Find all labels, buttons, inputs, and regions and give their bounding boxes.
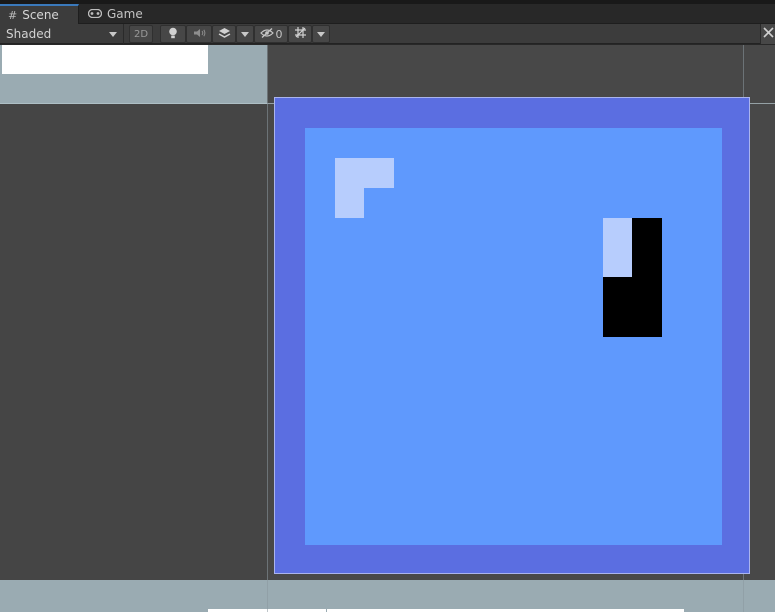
viewport-left-region — [0, 104, 267, 580]
toggle-2d-button[interactable]: 2D — [129, 25, 153, 43]
dark-block — [603, 277, 662, 337]
light-block — [603, 218, 632, 277]
grid-snap-button[interactable] — [288, 25, 312, 43]
tab-scene[interactable]: # Scene — [0, 4, 79, 24]
lighting-toggle-button[interactable] — [160, 25, 186, 43]
gamepad-icon — [87, 7, 103, 21]
grid-icon: # — [8, 8, 18, 22]
tools-button[interactable] — [760, 24, 775, 44]
lighting-icon — [168, 27, 178, 42]
game-board-field — [305, 128, 722, 545]
light-block — [335, 158, 394, 188]
chevron-down-icon — [317, 31, 325, 37]
audio-icon — [193, 28, 206, 41]
hidden-count: 0 — [275, 27, 283, 41]
camera-bounds-bottom — [0, 580, 775, 612]
chevron-down-icon — [241, 31, 249, 37]
light-block — [335, 188, 364, 218]
unity-editor: # Scene Game Shaded 2D 0 — [0, 0, 775, 612]
dark-block — [632, 218, 662, 277]
effects-toggle-button[interactable] — [212, 25, 236, 43]
tools-icon — [762, 27, 774, 41]
effects-menu-button[interactable] — [236, 25, 254, 43]
effects-icon — [218, 27, 231, 42]
viewport-guide-line — [267, 45, 268, 612]
audio-toggle-button[interactable] — [186, 25, 212, 43]
grid-snap-icon — [294, 26, 307, 42]
scene-viewport[interactable] — [0, 45, 775, 612]
chevron-down-icon — [109, 32, 117, 37]
scene-visibility-button[interactable]: 0 — [254, 25, 288, 43]
shading-mode-dropdown[interactable]: Shaded — [0, 24, 124, 44]
visibility-group: 0 — [259, 27, 283, 41]
game-board[interactable] — [274, 97, 750, 574]
white-sprite — [2, 45, 208, 74]
grid-menu-button[interactable] — [312, 25, 330, 43]
tab-scene-label: Scene — [22, 8, 59, 22]
tab-game-label: Game — [107, 7, 143, 21]
scene-toolbar: Shaded 2D 0 — [0, 24, 775, 44]
tab-bar: # Scene Game — [0, 4, 775, 24]
shading-mode-value: Shaded — [6, 27, 52, 41]
visibility-icon — [259, 27, 274, 41]
tab-game[interactable]: Game — [80, 4, 146, 24]
toggle-2d-label: 2D — [133, 28, 149, 40]
